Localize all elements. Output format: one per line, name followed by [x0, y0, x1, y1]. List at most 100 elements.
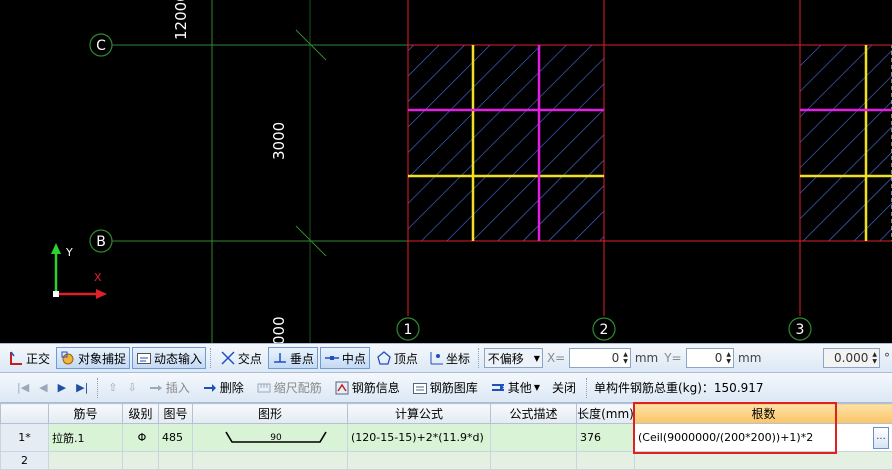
ortho-toggle[interactable]: 正交: [4, 347, 54, 369]
spinner-arrows-icon[interactable]: ▲ ▼: [872, 351, 877, 365]
chevron-down-icon: ▼: [533, 383, 540, 392]
x-offset-input[interactable]: 0 ▲ ▼: [569, 348, 631, 368]
y-unit: mm: [738, 351, 762, 365]
ortho-icon: [8, 350, 24, 366]
y-offset-input[interactable]: 0 ▲ ▼: [685, 348, 735, 368]
table-row[interactable]: 1* 拉筋.1 Φ 485 90 (120-15-15)+2*(11.9*d) …: [0, 423, 892, 452]
header-shape-no[interactable]: 图号: [158, 403, 193, 424]
header-grade[interactable]: 级别: [122, 403, 159, 424]
first-record-icon[interactable]: |◀: [17, 381, 29, 394]
rebar-library-button[interactable]: 钢筋图库: [408, 377, 482, 399]
move-down-icon[interactable]: ⇩: [128, 381, 137, 394]
offset-mode-value: 不偏移: [487, 351, 524, 366]
header-shape[interactable]: 图形: [192, 403, 348, 424]
cell-formula[interactable]: [347, 451, 491, 470]
scale-rebar-icon: [256, 380, 272, 396]
tie-bar-shape-icon: 90: [225, 431, 327, 443]
row-number[interactable]: 2: [0, 451, 49, 470]
x-label: X=: [546, 351, 566, 365]
cell-count[interactable]: [634, 451, 892, 470]
rebar-info-icon: [334, 380, 350, 396]
close-label: 关闭: [551, 381, 576, 395]
cell-shape-no[interactable]: [158, 451, 193, 470]
cell-formula[interactable]: (120-15-15)+2*(11.9*d): [347, 423, 491, 452]
header-bar-no[interactable]: 筋号: [48, 403, 123, 424]
last-record-icon[interactable]: ▶|: [76, 381, 88, 394]
rebar-toolbar: |◀ ◀ ▶ ▶| ⇧ ⇩ 插入 删除 缩尺配筋 钢筋信息 钢筋图库 其他 ▼ …: [0, 373, 892, 403]
cell-bar-no[interactable]: 拉筋.1: [48, 423, 123, 452]
rebar-table: 筋号 级别 图号 图形 计算公式 公式描述 长度(mm) 根数 1* 拉筋.1 …: [0, 403, 892, 470]
formula-editor-button[interactable]: ...: [873, 427, 889, 449]
axis-label-2: 2: [600, 322, 609, 338]
cell-shape[interactable]: 90: [192, 423, 348, 452]
close-button[interactable]: 关闭: [548, 377, 580, 399]
row-number[interactable]: 1*: [0, 423, 49, 452]
total-weight-label: 单构件钢筋总重(kg)：150.917: [593, 381, 764, 395]
cell-grade[interactable]: [122, 451, 159, 470]
cell-length[interactable]: [576, 451, 635, 470]
spinner-arrows-icon[interactable]: ▲ ▼: [726, 351, 731, 365]
header-count[interactable]: 根数: [634, 403, 892, 424]
insert-icon: [148, 380, 164, 396]
cell-grade[interactable]: Φ: [122, 423, 159, 452]
angle-input[interactable]: 0.000 ▲ ▼: [823, 348, 881, 368]
vertex-label: 顶点: [393, 351, 418, 366]
cell-length[interactable]: 376: [576, 423, 635, 452]
rebar-info-button[interactable]: 钢筋信息: [330, 377, 404, 399]
axis-bubble-c[interactable]: C: [89, 33, 113, 57]
coordinate-snap[interactable]: 坐标: [424, 347, 474, 369]
header-formula-desc[interactable]: 公式描述: [490, 403, 577, 424]
dimension-bottom: 000: [270, 316, 288, 343]
scale-rebar-label: 缩尺配筋: [273, 381, 322, 395]
move-up-icon[interactable]: ⇧: [108, 381, 117, 394]
dynamic-input-label: 动态输入: [154, 351, 203, 366]
cell-shape-no[interactable]: 485: [158, 423, 193, 452]
column-section-left: [408, 45, 604, 241]
axis-bubble-2[interactable]: 2: [592, 317, 616, 341]
axis-bubble-b[interactable]: B: [89, 229, 113, 253]
cell-bar-no[interactable]: [48, 451, 123, 470]
delete-button[interactable]: 删除: [198, 377, 248, 399]
object-snap-toggle[interactable]: 对象捕捉: [56, 347, 131, 369]
cell-count[interactable]: (Ceil(9000000/(200*200))+1)*2: [634, 423, 892, 452]
cell-formula-desc[interactable]: [490, 423, 577, 452]
insert-button[interactable]: 插入: [144, 377, 194, 399]
drawing-canvas[interactable]: C B 1 2 3 12000 3000 000 Y X: [0, 0, 892, 343]
axis-bubble-3[interactable]: 3: [788, 317, 812, 341]
cell-formula-desc[interactable]: [490, 451, 577, 470]
y-offset-value: 0: [714, 351, 723, 365]
rebar-library-icon: [412, 380, 428, 396]
dynamic-input-icon: [136, 350, 152, 366]
next-record-icon[interactable]: ▶: [58, 381, 66, 394]
intersection-snap[interactable]: 交点: [216, 347, 266, 369]
x-offset-value: 0: [611, 351, 620, 365]
previous-record-icon[interactable]: ◀: [39, 381, 47, 394]
delete-label: 删除: [219, 381, 244, 395]
axis-label-1: 1: [404, 322, 413, 338]
other-menu-button[interactable]: 其他 ▼: [486, 377, 544, 399]
perpendicular-snap[interactable]: 垂点: [267, 347, 318, 369]
axis-bubble-1[interactable]: 1: [396, 317, 420, 341]
dimension-12000: 12000: [172, 0, 190, 40]
header-formula[interactable]: 计算公式: [347, 403, 491, 424]
axis-label-b: B: [96, 234, 106, 250]
offset-mode-select[interactable]: 不偏移 ▼: [483, 348, 543, 368]
midpoint-snap[interactable]: 中点: [319, 347, 370, 369]
plan-view: C B 1 2 3 12000 3000 000 Y X: [51, 0, 892, 343]
object-snap-icon: [60, 350, 76, 366]
scale-rebar-button[interactable]: 缩尺配筋: [252, 377, 326, 399]
rebar-editor-window: C B 1 2 3 12000 3000 000 Y X 正交 对象捕捉 动态输…: [0, 0, 892, 470]
vertex-snap[interactable]: 顶点: [372, 347, 422, 369]
separator: [210, 348, 212, 368]
cell-shape[interactable]: [192, 451, 348, 470]
rebar-info-label: 钢筋信息: [351, 381, 400, 395]
dynamic-input-toggle[interactable]: 动态输入: [132, 347, 207, 369]
spinner-arrows-icon[interactable]: ▲ ▼: [623, 351, 628, 365]
dimension-3000: 3000: [270, 122, 288, 160]
table-row[interactable]: 2: [0, 451, 892, 470]
separator: [585, 377, 588, 398]
header-length[interactable]: 长度(mm): [576, 403, 635, 424]
separator: [477, 348, 480, 368]
other-icon: [490, 380, 506, 396]
header-row-number: [0, 403, 49, 424]
